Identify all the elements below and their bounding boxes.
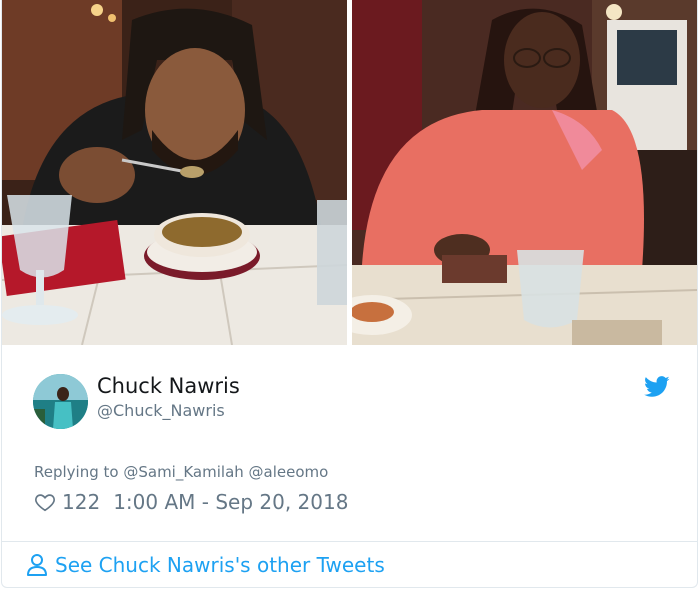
person-icon bbox=[27, 554, 47, 576]
mention-link[interactable]: @aleeomo bbox=[249, 463, 329, 481]
embedded-tweet-card: Chuck Nawris @Chuck_Nawris Replying to @… bbox=[1, 0, 698, 588]
photo-man-eating-soup[interactable] bbox=[2, 0, 347, 345]
user-handle[interactable]: @Chuck_Nawris bbox=[97, 401, 225, 420]
mention-link[interactable]: @Sami_Kamilah bbox=[123, 463, 243, 481]
tweet-meta: 122 1:00 AM - Sep 20, 2018 bbox=[34, 489, 348, 515]
twitter-bird-icon[interactable] bbox=[644, 376, 670, 398]
tweet-timestamp[interactable]: 1:00 AM - Sep 20, 2018 bbox=[113, 490, 348, 514]
photo-woman-at-table[interactable] bbox=[352, 0, 697, 345]
replying-to-line: Replying to @Sami_Kamilah @aleeomo bbox=[34, 463, 328, 481]
avatar[interactable] bbox=[33, 374, 88, 429]
display-name[interactable]: Chuck Nawris bbox=[97, 374, 240, 398]
reply-prefix: Replying to bbox=[34, 463, 119, 481]
tweet-media[interactable] bbox=[2, 0, 697, 345]
heart-icon[interactable] bbox=[34, 491, 56, 513]
footer-divider bbox=[2, 541, 697, 542]
see-other-tweets-label[interactable]: See Chuck Nawris's other Tweets bbox=[55, 553, 385, 577]
see-other-tweets-link[interactable]: See Chuck Nawris's other Tweets bbox=[26, 551, 385, 579]
like-count[interactable]: 122 bbox=[62, 490, 100, 514]
